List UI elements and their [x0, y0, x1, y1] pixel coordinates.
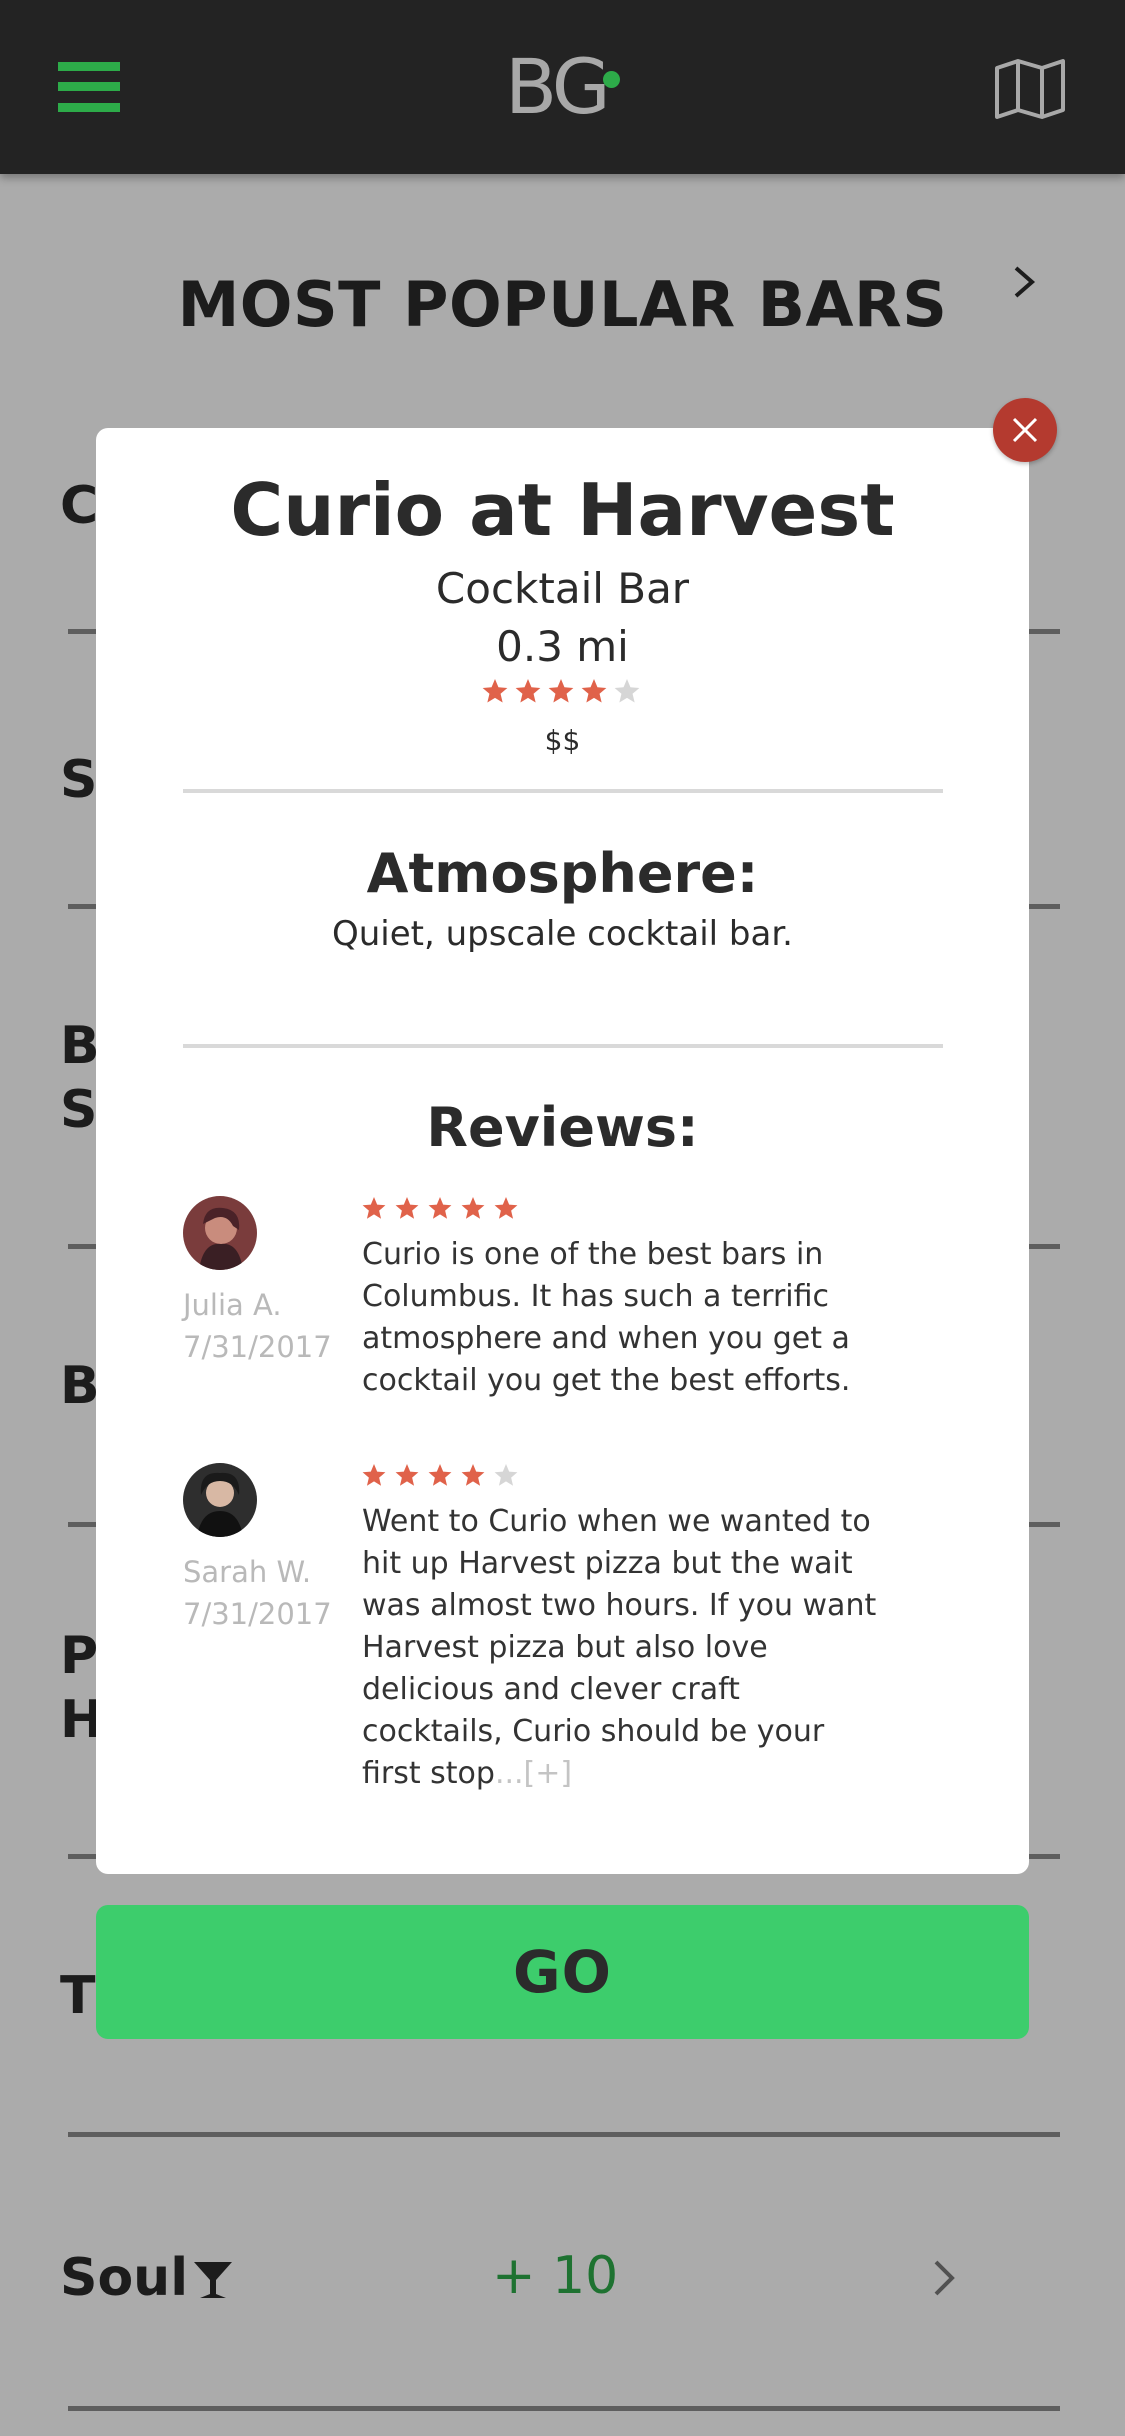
- reviewer-info: Julia A. 7/31/2017: [183, 1284, 333, 1368]
- star-filled-icon: [581, 679, 607, 703]
- reviewer-info: Sarah W. 7/31/2017: [183, 1551, 333, 1635]
- star-filled-icon: [395, 1464, 419, 1486]
- section-divider: [183, 789, 943, 793]
- review-date: 7/31/2017: [183, 1597, 332, 1631]
- close-icon: [1012, 417, 1038, 443]
- star-filled-icon: [461, 1197, 485, 1219]
- star-filled-icon: [395, 1197, 419, 1219]
- app-logo: BG: [505, 42, 611, 131]
- bar-detail-modal: Curio at Harvest Cocktail Bar 0.3 mi $$ …: [96, 428, 1029, 1874]
- review-rating-stars: [362, 1464, 518, 1486]
- star-filled-icon: [482, 679, 508, 703]
- read-more-link[interactable]: ...[+]: [495, 1756, 572, 1791]
- hamburger-menu-icon[interactable]: [58, 62, 120, 112]
- star-empty-icon: [494, 1464, 518, 1486]
- bar-type: Cocktail Bar: [435, 564, 690, 613]
- star-filled-icon: [515, 679, 541, 703]
- star-empty-icon: [614, 679, 640, 703]
- review-body: Curio is one of the best bars in Columbu…: [362, 1237, 851, 1398]
- top-nav-bar: BG: [0, 0, 1125, 174]
- reviewer-name: Julia A.: [183, 1288, 282, 1322]
- bar-title: Curio at Harvest: [230, 468, 895, 552]
- bar-distance: 0.3 mi: [496, 622, 629, 671]
- star-filled-icon: [461, 1464, 485, 1486]
- atmosphere-heading: Atmosphere:: [366, 842, 759, 905]
- price-level: $$: [544, 724, 581, 757]
- logo-dot: [603, 71, 620, 88]
- star-filled-icon: [362, 1197, 386, 1219]
- map-icon[interactable]: [994, 58, 1066, 120]
- reviewer-name: Sarah W.: [183, 1555, 312, 1589]
- review-text: Went to Curio when we wanted to hit up H…: [362, 1501, 882, 1795]
- atmosphere-text: Quiet, upscale cocktail bar.: [332, 914, 793, 954]
- review-date: 7/31/2017: [183, 1330, 332, 1364]
- review-rating-stars: [362, 1197, 518, 1219]
- reviews-heading: Reviews:: [426, 1096, 699, 1159]
- review-text: Curio is one of the best bars in Columbu…: [362, 1234, 882, 1402]
- star-filled-icon: [548, 679, 574, 703]
- section-divider: [183, 1044, 943, 1048]
- avatar: [183, 1196, 257, 1270]
- go-button[interactable]: GO: [96, 1905, 1029, 2039]
- rating-stars: [482, 679, 640, 703]
- close-button[interactable]: [993, 398, 1057, 462]
- star-filled-icon: [362, 1464, 386, 1486]
- review-item: Julia A. 7/31/2017 Curio is one of the b…: [183, 1196, 943, 1416]
- star-filled-icon: [428, 1464, 452, 1486]
- star-filled-icon: [494, 1197, 518, 1219]
- avatar: [183, 1463, 257, 1537]
- review-item: Sarah W. 7/31/2017 Went to Curio when we…: [183, 1463, 943, 1803]
- star-filled-icon: [428, 1197, 452, 1219]
- review-body: Went to Curio when we wanted to hit up H…: [362, 1504, 877, 1791]
